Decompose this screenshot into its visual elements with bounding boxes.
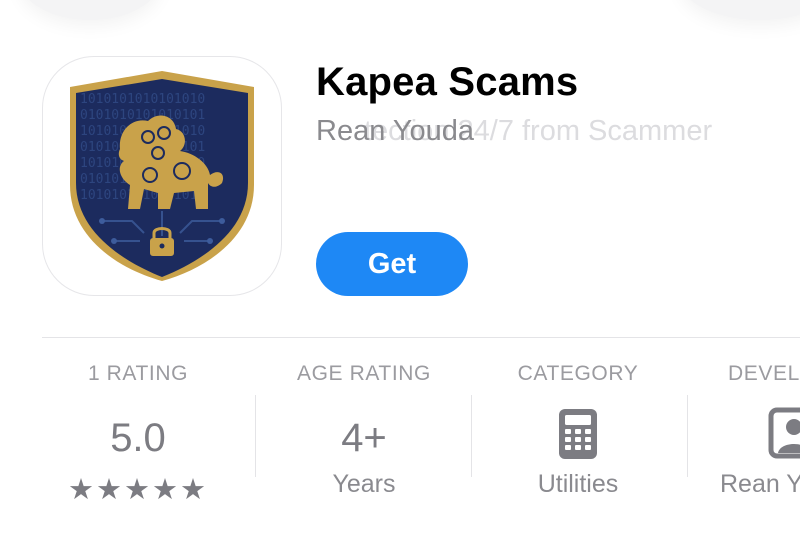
category-label: CATEGORY (517, 362, 639, 385)
age-rating-label: AGE RATING (297, 362, 431, 385)
info-developer[interactable]: DEVEL Rean Y (700, 362, 800, 499)
category-value: Utilities (537, 470, 619, 498)
column-divider (687, 395, 688, 477)
developer-link[interactable]: Rean Youda (316, 115, 474, 148)
rating-stars: ★★★★★ (68, 474, 208, 506)
info-age-rating[interactable]: AGE RATING 4+ Years (264, 362, 464, 499)
calculator-icon (559, 409, 597, 459)
subtitle-row: tection 24/7 from Scammer Rean Youda (316, 115, 786, 155)
rating-count-label: 1 RATING (87, 362, 189, 385)
top-left-shelf-shadow (20, 0, 160, 20)
get-button[interactable]: Get (316, 232, 468, 296)
age-rating-unit: Years (332, 470, 396, 498)
column-divider (471, 395, 472, 477)
column-divider (255, 395, 256, 477)
top-right-shelf-shadow (680, 0, 800, 20)
developer-label: DEVEL (728, 362, 800, 385)
age-rating-value: 4+ (341, 416, 387, 460)
lion-shield-logo: 1010101010101010 0101010101010101 101010… (70, 71, 254, 281)
svg-text:1010101010101010: 1010101010101010 (80, 92, 205, 107)
app-icon: 1010101010101010 0101010101010101 101010… (42, 56, 282, 296)
developer-value: Rean Y (720, 470, 800, 498)
rating-value: 5.0 (110, 416, 166, 460)
info-rating[interactable]: 1 RATING 5.0 ★★★★★ (38, 362, 238, 507)
divider (42, 337, 800, 338)
app-title: Kapea Scams (316, 60, 579, 104)
info-category[interactable]: CATEGORY Utilities (478, 362, 678, 499)
person-icon (768, 407, 800, 459)
